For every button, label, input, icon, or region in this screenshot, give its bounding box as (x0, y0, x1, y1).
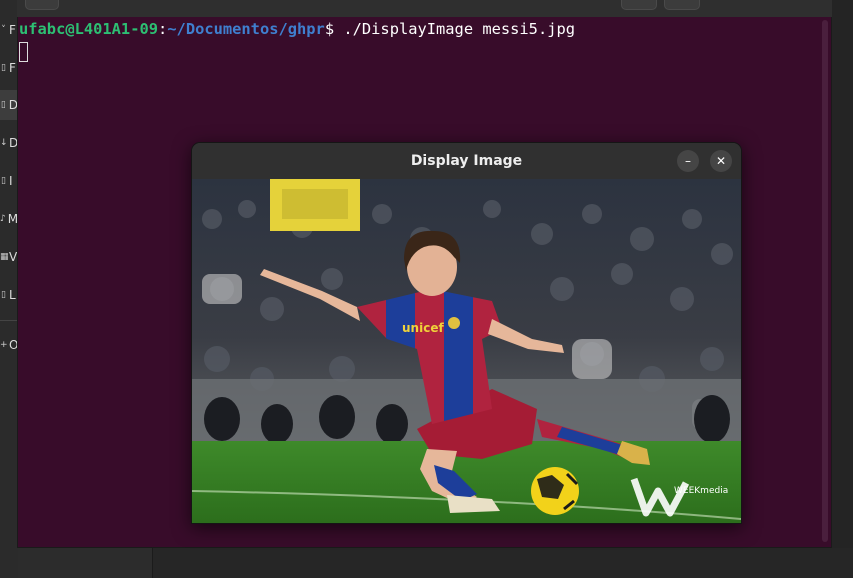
displayed-image: unicef WEEKmedia (192, 179, 741, 523)
download-icon: ↓ (0, 138, 8, 148)
terminal-prompt-line: ufabc@L401A1-09:~/Documentos/ghpr$ ./Dis… (19, 20, 575, 38)
prompt-path: ~/Documentos/ghpr (167, 20, 325, 38)
prompt-user: ufabc@L401A1-09 (19, 20, 158, 38)
terminal-menu-button[interactable] (621, 0, 657, 10)
sidebar-item-7[interactable]: ▯ L (0, 280, 18, 310)
chevron-down-icon: ˅ (1, 25, 6, 35)
file-manager-sidebar: ˅ F ▯ F ▯ D ↓ D ▯ I ♪ M ▦ V ▯ L + O (0, 0, 18, 578)
close-button[interactable]: ✕ (710, 150, 732, 172)
sidebar-item-5[interactable]: ♪ M (0, 204, 18, 234)
video-icon: ▦ (0, 252, 9, 262)
prompt-separator: : (158, 20, 168, 38)
prompt-symbol: $ (324, 20, 344, 38)
sidebar-item-3[interactable]: ↓ D (0, 128, 18, 158)
terminal-minimize-button[interactable] (664, 0, 700, 10)
sidebar-divider (0, 320, 18, 321)
music-icon: ♪ (0, 214, 6, 224)
image-icon: ▯ (1, 176, 6, 186)
window-title: Display Image (192, 143, 741, 179)
document-icon: ▯ (0, 100, 6, 110)
sidebar-item-2[interactable]: ▯ D (0, 90, 18, 120)
sidebar-item-0[interactable]: ˅ F (0, 15, 18, 45)
close-icon: ✕ (715, 154, 727, 168)
terminal-cursor (19, 42, 28, 62)
trash-icon: ▯ (1, 290, 6, 300)
sidebar-item-1[interactable]: ▯ F (0, 53, 18, 83)
sidebar-item-8[interactable]: + O (0, 330, 18, 360)
folder-icon: ▯ (1, 63, 6, 73)
display-image-window[interactable]: Display Image – ✕ unicef WEEKmedia (191, 142, 742, 524)
terminal-command: ./DisplayImage messi5.jpg (343, 20, 576, 38)
plus-icon: + (0, 340, 8, 350)
sidebar-item-4[interactable]: ▯ I (0, 166, 18, 196)
watermark-text: WEEKmedia (674, 486, 728, 496)
minimize-button[interactable]: – (677, 150, 699, 172)
messi-photo: unicef WEEKmedia (192, 179, 741, 523)
minimize-icon: – (685, 154, 691, 168)
terminal-scrollbar[interactable] (822, 20, 828, 542)
file-manager-bottom-panel (0, 548, 153, 578)
jersey-sponsor-text: unicef (402, 321, 444, 335)
terminal-header-bar (17, 0, 832, 17)
sidebar-item-6[interactable]: ▦ V (0, 242, 18, 272)
terminal-new-tab-button[interactable] (25, 0, 59, 10)
